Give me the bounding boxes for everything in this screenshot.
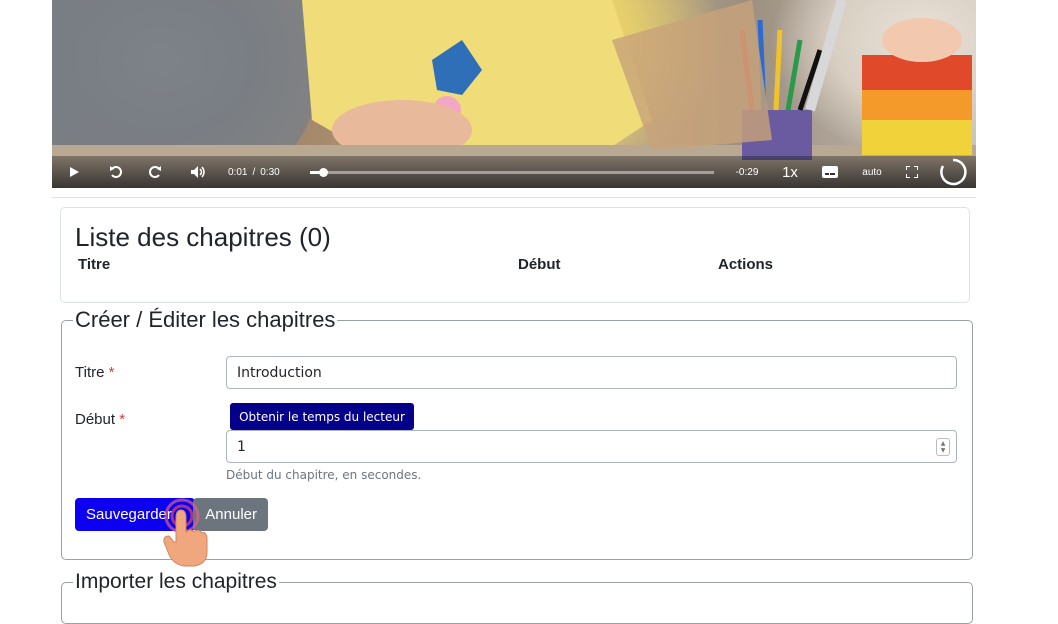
title-label-text: Titre: [75, 364, 105, 381]
rewind-button[interactable]: [106, 156, 126, 188]
fullscreen-icon: [906, 166, 918, 178]
time-separator: /: [252, 166, 256, 178]
edit-chapter-legend: Créer / Éditer les chapitres: [73, 307, 338, 333]
forward-icon: [149, 166, 161, 178]
play-icon: [70, 167, 79, 177]
start-label-text: Début: [75, 411, 116, 428]
volume-icon: [191, 166, 205, 178]
subtitles-icon: [822, 166, 838, 178]
volume-button[interactable]: [188, 156, 208, 188]
subtitles-button[interactable]: [820, 156, 840, 188]
required-mark: *: [108, 364, 115, 381]
start-input-value: 1: [237, 438, 246, 455]
start-input[interactable]: 1 ▲ ▼: [226, 430, 957, 463]
chapter-list-title: Liste des chapitres (0): [75, 222, 331, 252]
remaining-time: -0:29: [735, 166, 759, 178]
duration: 0:30: [260, 166, 280, 178]
play-button[interactable]: [64, 156, 84, 188]
column-header-actions: Actions: [718, 256, 774, 273]
start-help-text: Début du chapitre, en secondes.: [226, 468, 422, 482]
divider: [52, 197, 976, 198]
speed-button[interactable]: 1x: [778, 156, 802, 188]
progress-bar[interactable]: [310, 168, 714, 177]
title-label: Titre *: [75, 364, 114, 381]
title-input-value: Introduction: [237, 364, 322, 381]
rewind-icon: [110, 166, 122, 178]
player-logo: [938, 156, 968, 188]
logo-icon: [940, 158, 967, 186]
video-player[interactable]: 0:01 / 0:30 -0:29 1x auto: [52, 0, 976, 188]
fullscreen-button[interactable]: [902, 156, 922, 188]
column-header-title: Titre: [78, 256, 111, 273]
required-mark: *: [119, 411, 126, 428]
spinner-down-icon[interactable]: ▼: [941, 447, 946, 454]
player-controls: 0:01 / 0:30 -0:29 1x auto: [52, 156, 976, 188]
pointer-hand-icon: [163, 498, 208, 567]
spinner-up-icon[interactable]: ▲: [941, 440, 946, 447]
quality-button[interactable]: auto: [858, 156, 886, 188]
time-display: 0:01 / 0:30: [228, 156, 298, 188]
current-time: 0:01: [228, 166, 248, 178]
start-label: Début *: [75, 411, 125, 428]
progress-handle[interactable]: [319, 168, 328, 177]
chapter-list-card: Liste des chapitres (0) Titre Début Acti…: [60, 207, 970, 303]
import-chapter-legend: Importer les chapitres: [73, 570, 279, 594]
column-header-start: Début: [518, 256, 561, 273]
forward-button[interactable]: [145, 156, 165, 188]
title-input[interactable]: Introduction: [226, 356, 957, 389]
get-player-time-button[interactable]: Obtenir le temps du lecteur: [230, 403, 414, 430]
number-spinner[interactable]: ▲ ▼: [936, 438, 950, 456]
